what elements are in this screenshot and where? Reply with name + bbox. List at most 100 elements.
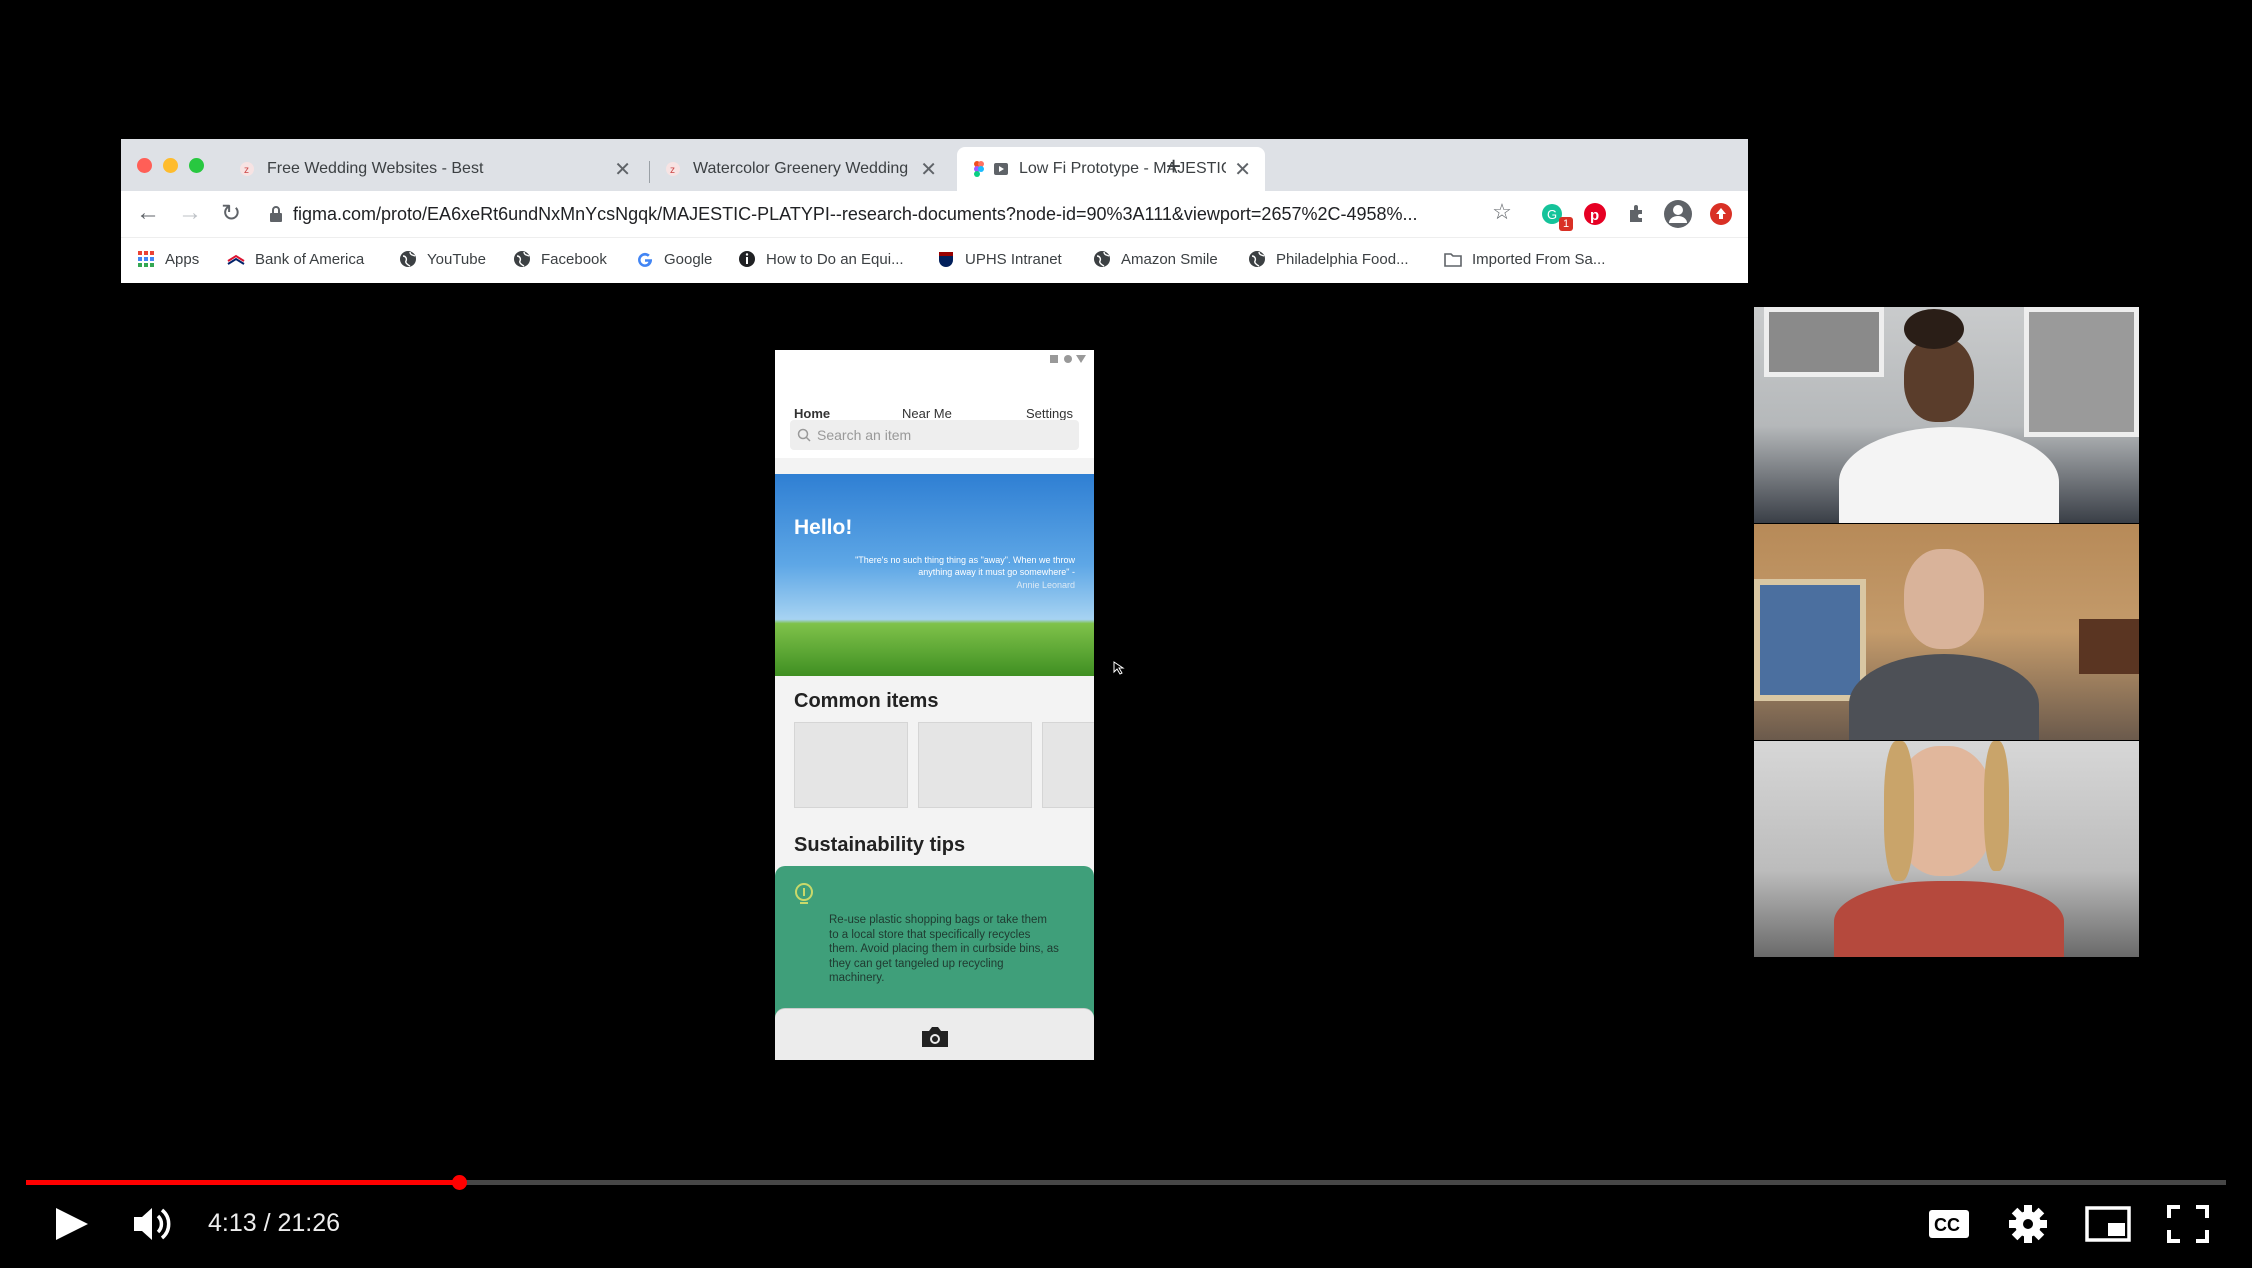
settings-gear-icon[interactable] (2004, 1202, 2052, 1246)
bookmark-apps[interactable]: Apps (137, 248, 199, 270)
bookmark-label: Philadelphia Food... (1276, 250, 1409, 268)
media-playing-icon (994, 163, 1008, 175)
tab-title: Watercolor Greenery Wedding (693, 160, 909, 177)
close-tab-icon[interactable]: ✕ (614, 157, 631, 182)
sustainability-tip-card[interactable]: Re-use plastic shopping bags or take the… (775, 866, 1094, 1026)
lock-icon (270, 206, 282, 222)
signal-icon (1050, 355, 1058, 363)
participant-shirt (1834, 881, 2064, 957)
update-alert-icon[interactable] (1709, 202, 1733, 226)
forward-arrow-icon[interactable]: → (175, 199, 205, 227)
reload-icon[interactable]: ↻ (216, 199, 246, 228)
hero-banner: Hello! "There's no such thing thing as "… (775, 474, 1094, 676)
tab-separator (649, 161, 650, 183)
browser-window: z Free Wedding Websites - Best ✕ z Water… (121, 139, 1748, 283)
pinterest-icon[interactable]: p (1583, 202, 1607, 226)
sustainability-tips-heading: Sustainability tips (794, 834, 966, 856)
participant-hair (1904, 309, 1964, 349)
profile-avatar-icon[interactable] (1663, 199, 1693, 229)
wall-frame (1764, 307, 1884, 377)
wifi-icon (1064, 355, 1072, 363)
prototype-nav: Home Near Me Settings Search an item (775, 368, 1094, 458)
new-tab-button[interactable]: + (1166, 151, 1181, 182)
tab-title: Low Fi Prototype - MAJESTIC (1019, 160, 1227, 177)
svg-text:G: G (1547, 207, 1557, 222)
bank-of-america-icon (227, 254, 245, 265)
bookmark-amazon-smile[interactable]: Amazon Smile (1093, 248, 1218, 270)
svg-text:p: p (1590, 207, 1599, 224)
search-icon (797, 428, 811, 442)
participant-video-3 (1754, 741, 2139, 957)
fullscreen-icon[interactable] (2164, 1202, 2212, 1246)
miniplayer-icon[interactable] (2084, 1202, 2132, 1246)
bookmark-imported-from-safari[interactable]: Imported From Sa... (1444, 248, 1605, 270)
search-placeholder: Search an item (817, 427, 912, 443)
tip-text: Re-use plastic shopping bags or take the… (829, 914, 1059, 984)
bookmark-philadelphia-food[interactable]: Philadelphia Food... (1248, 248, 1409, 270)
apps-grid-icon (138, 251, 154, 267)
extensions-puzzle-icon[interactable] (1625, 202, 1649, 226)
close-tab-icon[interactable]: ✕ (1234, 157, 1251, 182)
google-icon (638, 252, 653, 267)
bookmark-google[interactable]: Google (636, 248, 712, 270)
svg-text:CC: CC (1934, 1215, 1960, 1235)
tab-watercolor-greenery[interactable]: z Watercolor Greenery Wedding ✕ (651, 147, 951, 191)
participant-shirt (1839, 427, 2059, 523)
participant-hair (1884, 741, 1914, 881)
bookmark-star-icon[interactable]: ☆ (1487, 199, 1517, 225)
tab-low-fi-prototype[interactable]: Low Fi Prototype - MAJESTIC ✕ (957, 147, 1265, 191)
phone-status-bar (775, 350, 1094, 368)
nav-home[interactable]: Home (794, 406, 830, 421)
bottom-bar (775, 1008, 1094, 1060)
globe-icon (1094, 251, 1110, 267)
common-item-card[interactable] (794, 722, 908, 808)
participant-shirt (1849, 654, 2039, 740)
bookmark-label: UPHS Intranet (965, 250, 1062, 268)
svg-text:z: z (244, 165, 249, 176)
search-input[interactable]: Search an item (790, 420, 1079, 450)
seek-bar[interactable] (26, 1175, 2226, 1190)
figma-prototype-frame: Home Near Me Settings Search an item Hel… (775, 350, 1094, 1060)
minimize-window-button[interactable] (163, 158, 178, 173)
bookmark-how-to-do-an-equi[interactable]: How to Do an Equi... (738, 248, 904, 270)
participant-video-1 (1754, 307, 2139, 523)
tab-wedding-websites[interactable]: z Free Wedding Websites - Best ✕ (225, 147, 645, 191)
nav-settings[interactable]: Settings (1026, 406, 1073, 421)
tab-strip: z Free Wedding Websites - Best ✕ z Water… (121, 139, 1748, 191)
globe-icon (400, 251, 416, 267)
wedding-site-favicon-icon: z (666, 162, 680, 176)
bookmark-label: Google (664, 250, 713, 268)
address-bar[interactable]: figma.com/proto/EA6xeRt6undNxMnYcsNgqk/M… (257, 195, 1617, 233)
battery-icon (1076, 355, 1086, 363)
lightbulb-icon (795, 883, 813, 904)
bookmark-label: YouTube (427, 250, 486, 268)
nav-near-me[interactable]: Near Me (902, 406, 952, 421)
seek-bar-scrubber[interactable] (452, 1175, 468, 1190)
browser-toolbar: ← → ↻ figma.com/proto/EA6xeRt6undNxMnYcs… (121, 191, 1748, 237)
maximize-window-button[interactable] (189, 158, 204, 173)
back-arrow-icon[interactable]: ← (133, 199, 163, 227)
wedding-site-favicon-icon: z (240, 162, 254, 176)
tab-title: Free Wedding Websites - Best (267, 160, 484, 177)
close-window-button[interactable] (137, 158, 152, 173)
figma-icon (974, 161, 984, 177)
play-icon[interactable] (48, 1202, 96, 1246)
closed-captions-icon[interactable]: CC (1925, 1202, 1973, 1246)
extension-badge: 1 (1559, 217, 1573, 231)
url-text: figma.com/proto/EA6xeRt6undNxMnYcsNgqk/M… (293, 203, 1418, 224)
participant-head (1904, 337, 1974, 422)
common-item-card[interactable] (1042, 722, 1094, 808)
bookmark-label: Amazon Smile (1121, 250, 1218, 268)
participant-hair (1984, 741, 2009, 871)
bookmark-label: How to Do an Equi... (766, 250, 904, 268)
bookmark-youtube[interactable]: YouTube (399, 248, 486, 270)
hero-quote-author: Annie Leonard (1016, 580, 1075, 590)
bookmark-facebook[interactable]: Facebook (513, 248, 607, 270)
participant-head (1904, 549, 1984, 649)
common-item-card[interactable] (918, 722, 1032, 808)
bookmark-uphs-intranet[interactable]: UPHS Intranet (937, 248, 1062, 270)
camera-icon[interactable] (919, 1025, 951, 1049)
volume-icon[interactable] (130, 1202, 178, 1246)
close-tab-icon[interactable]: ✕ (920, 157, 937, 182)
bookmark-bank-of-america[interactable]: Bank of America (227, 248, 364, 270)
